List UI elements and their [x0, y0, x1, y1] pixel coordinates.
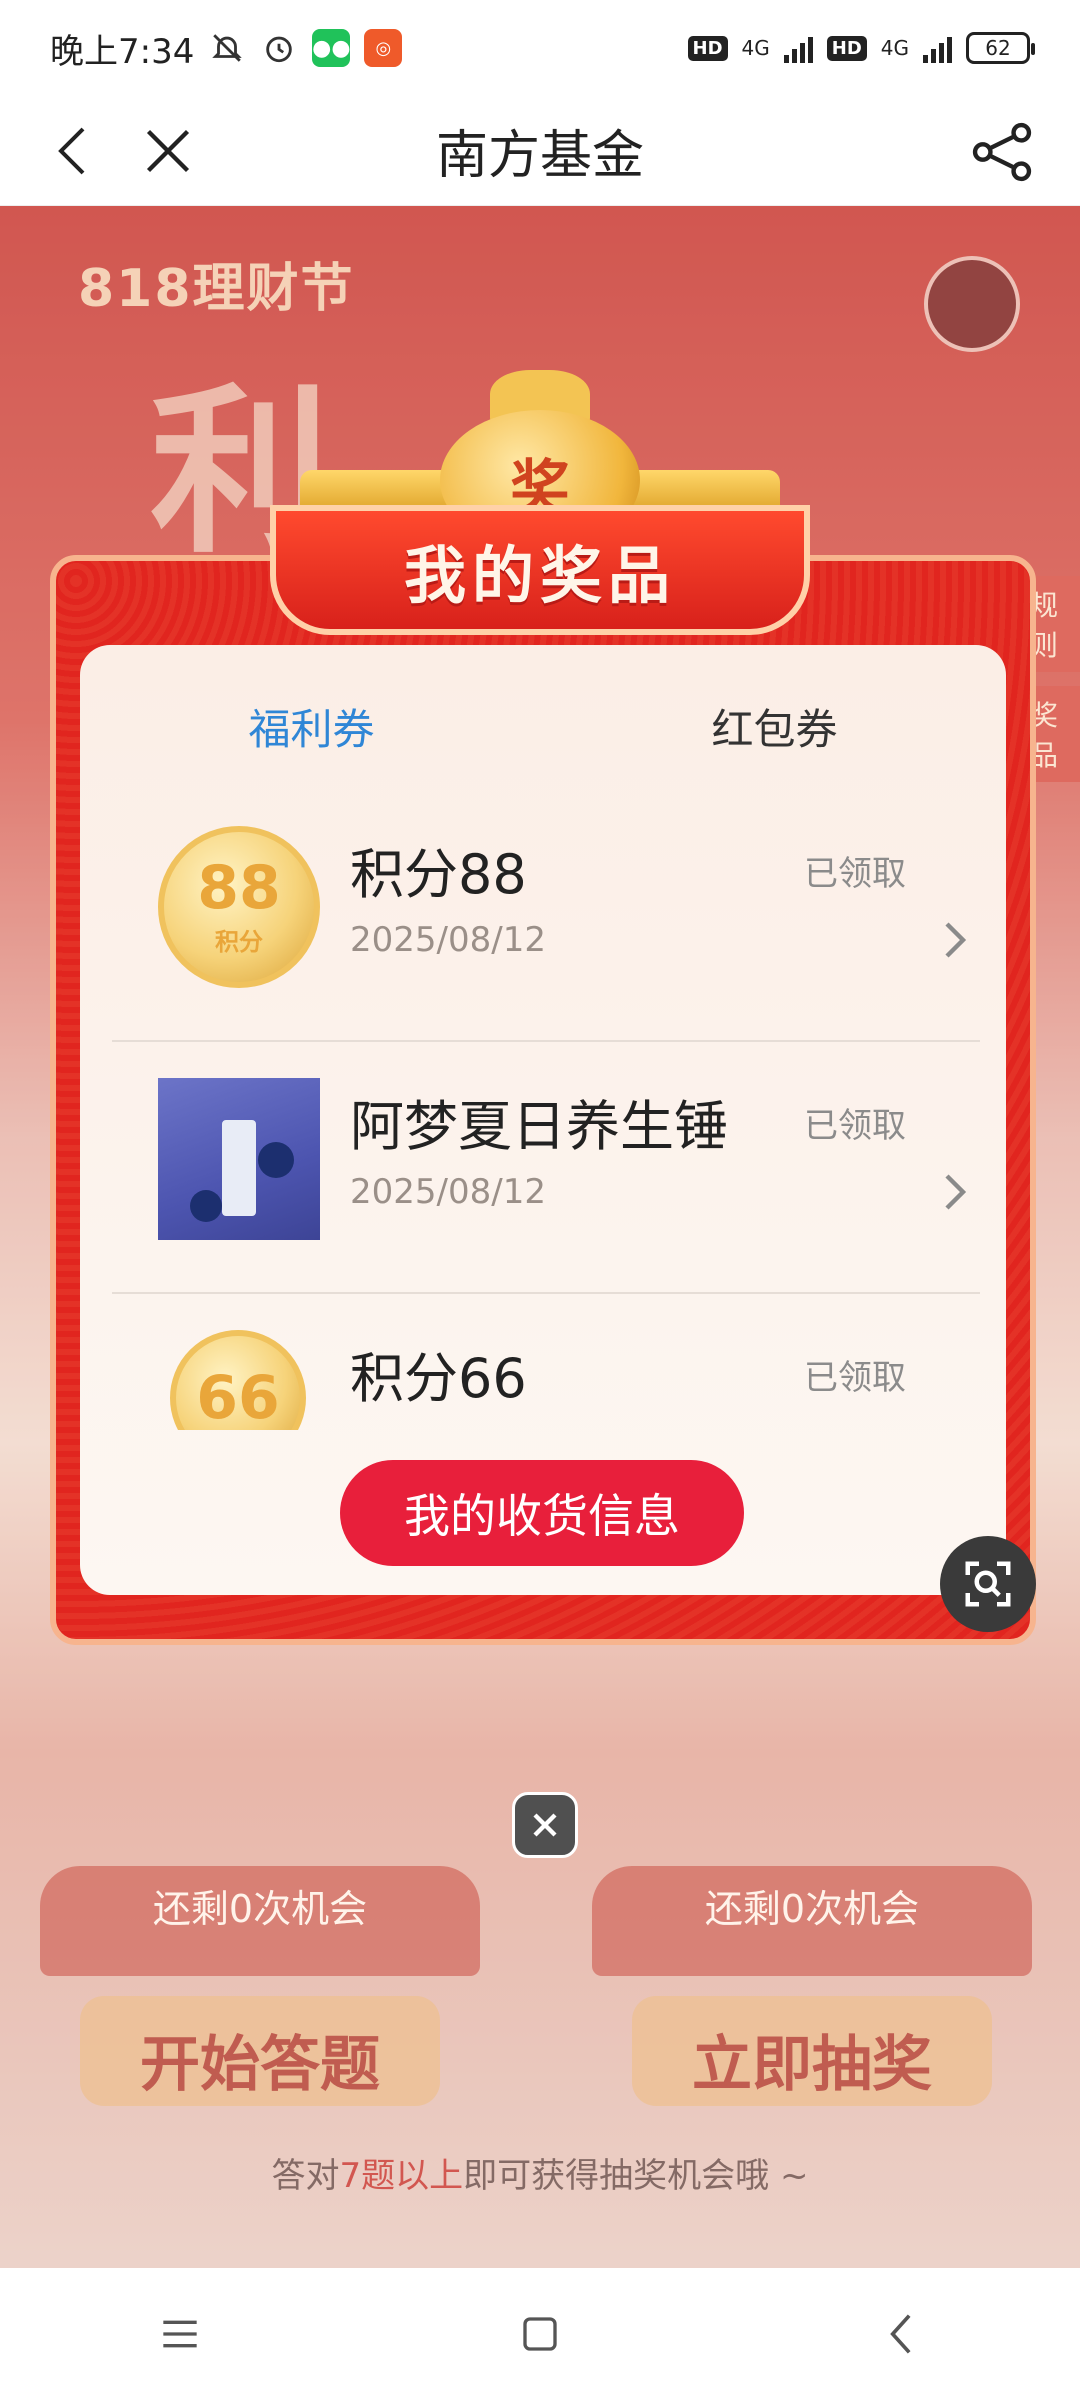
prize-date: 2025/08/12	[350, 920, 546, 960]
tab-welfare-coupon[interactable]: 福利券	[80, 690, 543, 763]
prize-item[interactable]: 阿梦夏日养生锤 2025/08/12 已领取	[112, 1042, 980, 1294]
system-nav-bar	[0, 2268, 1080, 2400]
close-modal-button[interactable]	[512, 1792, 578, 1858]
coin: 88 积分	[158, 826, 320, 988]
menu-icon	[163, 2320, 197, 2348]
prize-list: 88 积分 积分88 2025/08/12 已领取 阿梦夏日养生锤 2025/0…	[112, 790, 980, 1430]
close-icon	[533, 1813, 557, 1837]
massage-hammer-photo	[158, 1078, 320, 1240]
close-icon	[146, 129, 190, 172]
prize-tabs: 福利券 红包券	[80, 690, 1006, 763]
prize-name: 积分88	[350, 843, 527, 906]
status-bar: 晚上7:34 ●● ◎ HD 4G HD 4G 62	[0, 0, 1080, 96]
tab-red-packet-coupon[interactable]: 红包券	[543, 690, 1006, 763]
chevron-right-icon	[945, 1174, 967, 1210]
coin-number: 66	[196, 1363, 280, 1430]
close-page-button[interactable]	[120, 103, 216, 199]
bell-off-icon	[208, 29, 246, 67]
photo-ball	[190, 1190, 222, 1222]
status-icons: ●● ◎	[208, 29, 403, 67]
nav-bar: 南方基金	[0, 96, 1080, 206]
prize-status: 已领取	[804, 1358, 906, 1398]
coin-number: 88	[197, 852, 281, 923]
product-image	[158, 1078, 320, 1240]
photo-ball	[258, 1142, 294, 1178]
app-icon: ◎	[364, 29, 403, 67]
home-square-icon	[523, 2317, 557, 2351]
back-arrow-icon	[890, 2314, 911, 2354]
prize-date: 2025/08/12	[350, 1172, 546, 1212]
points-coin-icon: 88 积分	[158, 826, 320, 988]
points-coin-icon: 66	[170, 1330, 306, 1430]
scan-search-icon	[965, 1561, 1011, 1607]
prize-name: 阿梦夏日养生锤	[350, 1095, 728, 1158]
alarm-icon	[260, 29, 298, 67]
home-button[interactable]	[480, 2289, 600, 2379]
signal-icon	[783, 33, 813, 63]
hd-badge: HD	[687, 35, 728, 61]
photo-box	[222, 1120, 256, 1216]
hd-badge-2: HD	[826, 35, 867, 61]
network-label-2: 4G	[880, 36, 909, 60]
status-right: HD 4G HD 4G 62	[687, 32, 1035, 64]
coin-unit: 积分	[215, 927, 263, 956]
share-button[interactable]	[954, 104, 1050, 200]
coin: 66	[170, 1330, 306, 1430]
status-time: 晚上7:34	[50, 31, 195, 72]
modal-title: 我的奖品	[403, 539, 676, 612]
signal-icon-2	[923, 33, 952, 63]
share-icon	[972, 122, 1032, 182]
battery-indicator: 62	[966, 32, 1035, 64]
shipping-info-button[interactable]: 我的收货信息	[340, 1460, 744, 1566]
back-button[interactable]	[24, 103, 120, 199]
prize-item[interactable]: 88 积分 积分88 2025/08/12 已领取	[112, 790, 980, 1042]
prize-item[interactable]: 66 积分66 已领取	[112, 1294, 980, 1430]
scan-button[interactable]	[940, 1536, 1036, 1632]
network-label: 4G	[741, 36, 770, 60]
wechat-icon: ●●	[312, 29, 351, 67]
menu-button[interactable]	[120, 2289, 240, 2379]
prize-name: 积分66	[350, 1347, 527, 1410]
system-back-button[interactable]	[840, 2289, 960, 2379]
chevron-left-icon	[58, 127, 85, 174]
prize-status: 已领取	[804, 854, 906, 894]
chevron-right-icon	[945, 922, 967, 958]
prize-status: 已领取	[804, 1106, 906, 1146]
